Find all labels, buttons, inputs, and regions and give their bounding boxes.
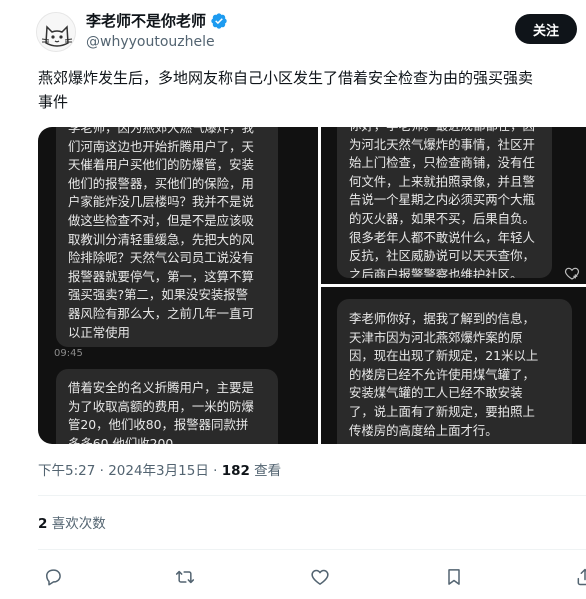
follow-button[interactable]: 关注	[515, 14, 577, 44]
cat-avatar-icon	[37, 13, 75, 51]
likes-label: 喜欢次数	[47, 516, 106, 532]
media-grid: 李老师，因为燕郊大燃气爆炸，我 们河南这边也开始折腾用户了，天 天催着用户买他们…	[38, 127, 586, 444]
chat-line: 之后商户报警警察也维护社区。	[349, 266, 523, 278]
tweet-time[interactable]: 下午5:27	[38, 463, 95, 479]
likes-summary[interactable]: 2 喜欢次数	[38, 515, 106, 533]
views-count: 182	[221, 463, 250, 479]
likes-count: 2	[38, 516, 48, 532]
divider	[38, 495, 586, 496]
chat-line: 户家能炸没几层楼吗？我并不是说	[68, 194, 254, 210]
meta-separator: ·	[208, 463, 222, 479]
bookmark-icon	[448, 569, 460, 585]
chat-line: 器风险有那么大，之前几年一直可	[68, 305, 254, 321]
media-image-3[interactable]: 李老师你好，据我了解到的信息， 天津市因为河北燕郊爆炸案的原 因，现在出现了新规…	[321, 287, 586, 444]
views-label: 查看	[249, 463, 282, 479]
media-image-2[interactable]: 你好，李老师。最近成都都在，因 为河北天然气爆炸的事情，社区开 始上门检查，只检…	[321, 127, 586, 284]
chat-line: 天津市因为河北燕郊爆炸案的原	[349, 329, 523, 345]
tweet-text-line: 事件	[38, 93, 69, 111]
chat-line: 李老师你好，据我了解到的信息，	[349, 311, 535, 326]
chat-bubble: 李老师，因为燕郊大燃气爆炸，我 们河南这边也开始折腾用户了，天 天催着用户买他们…	[56, 127, 278, 347]
chat-line: 传楼房的高度给上面才行。	[349, 422, 498, 438]
chat-line: 安装煤气罐的工人已经不敢安装	[349, 385, 523, 401]
chat-line: 为了收取高额的费用，一米的防爆	[68, 398, 254, 414]
avatar[interactable]	[36, 12, 76, 52]
display-name[interactable]: 李老师不是你老师	[86, 11, 206, 31]
chat-bubble: 李老师你好，据我了解到的信息， 天津市因为河北燕郊爆炸案的原 因，现在出现了新规…	[337, 299, 572, 444]
tweet-meta: 下午5:27 · 2024年3月15日 · 182 查看	[38, 462, 281, 480]
tweet-text: 燕郊爆炸发生后，多地网友称自己小区发生了借着安全检查为由的强买强卖 事件	[38, 66, 586, 114]
chat-line: 反抗，社区威胁说可以天天查你，	[349, 248, 535, 264]
chat-line: 借着安全的名义折腾用户，主要是	[68, 380, 254, 395]
chat-timestamp: 09:45	[54, 348, 83, 359]
chat-line: 险排除呢？天然气公司员工说没有	[68, 250, 254, 266]
share-button[interactable]	[573, 565, 586, 589]
meta-separator: ·	[95, 463, 109, 479]
repost-icon	[175, 570, 195, 584]
chat-line: 你好，李老师。最近成都都在，因	[349, 127, 540, 136]
media-image-1[interactable]: 李老师，因为燕郊大燃气爆炸，我 们河南这边也开始折腾用户了，天 天催着用户买他们…	[38, 127, 318, 444]
action-bar	[0, 562, 586, 592]
user-handle[interactable]: @whyyoutouzhele	[86, 33, 215, 51]
chat-line: 为河北天然气爆炸的事情，社区开	[349, 136, 535, 152]
chat-line: 的楼房已经不允许使用煤气罐了，	[349, 366, 535, 382]
chat-line: 天催着用户买他们的防爆管，安装	[68, 157, 254, 173]
repost-button[interactable]	[173, 565, 197, 589]
divider	[38, 549, 586, 550]
reaction-heart-icon	[564, 267, 580, 280]
chat-line: 何文件，上来就拍照录像，并且警	[349, 173, 535, 189]
reply-icon	[46, 569, 61, 586]
chat-line: 他们的报警器，买他们的保险，用	[68, 175, 254, 191]
chat-line: 们河南这边也开始折腾用户了，天	[68, 138, 254, 154]
tweet-text-line: 燕郊爆炸发生后，多地网友称自己小区发生了借着安全检查为由的强买强卖	[38, 69, 534, 87]
chat-line: 告说一个星期之内必须买两个大瓶	[349, 192, 535, 208]
reply-button[interactable]	[41, 565, 65, 589]
chat-line: 取教训分清轻重缓急，先把大的风	[68, 231, 254, 247]
chat-line: 报警器就要停气，第一，这算不算	[68, 268, 254, 284]
share-icon	[577, 568, 586, 586]
chat-bubble: 你好，李老师。最近成都都在，因 为河北天然气爆炸的事情，社区开 始上门检查，只检…	[337, 127, 552, 278]
verified-badge-icon	[211, 13, 227, 29]
chat-line: 始上门检查，只检查商铺，没有任	[349, 155, 535, 171]
chat-line: 强买强卖?第二，如果没安装报警	[68, 287, 249, 303]
heart-icon	[311, 569, 329, 585]
tweet-date[interactable]: 2024年3月15日	[108, 463, 209, 479]
chat-line: 做这些检查不对，但是不是应该吸	[68, 212, 254, 228]
chat-line: 多多60,他们收200	[68, 435, 174, 444]
chat-line: 了，说上面有了新规定，要拍照上	[349, 403, 535, 419]
chat-line: 管20，他们收80，报警器同款拼	[68, 417, 249, 433]
chat-line: 的灭火器，如果不买，后果自负。	[349, 210, 535, 226]
chat-line: 以正常使用	[68, 324, 130, 340]
chat-line: 因，现在出现了新规定，21米以上	[349, 348, 539, 364]
like-button[interactable]	[308, 565, 332, 589]
chat-line: 李老师，因为燕郊大燃气爆炸，我	[68, 127, 254, 135]
chat-bubble: 借着安全的名义折腾用户，主要是 为了收取高额的费用，一米的防爆 管20，他们收8…	[56, 369, 278, 444]
tweet-header: 李老师不是你老师 @whyyoutouzhele 关注	[0, 0, 586, 62]
chat-line: 很多老年人都不敢说什么，年轻人	[349, 229, 535, 245]
bookmark-button[interactable]	[442, 565, 466, 589]
